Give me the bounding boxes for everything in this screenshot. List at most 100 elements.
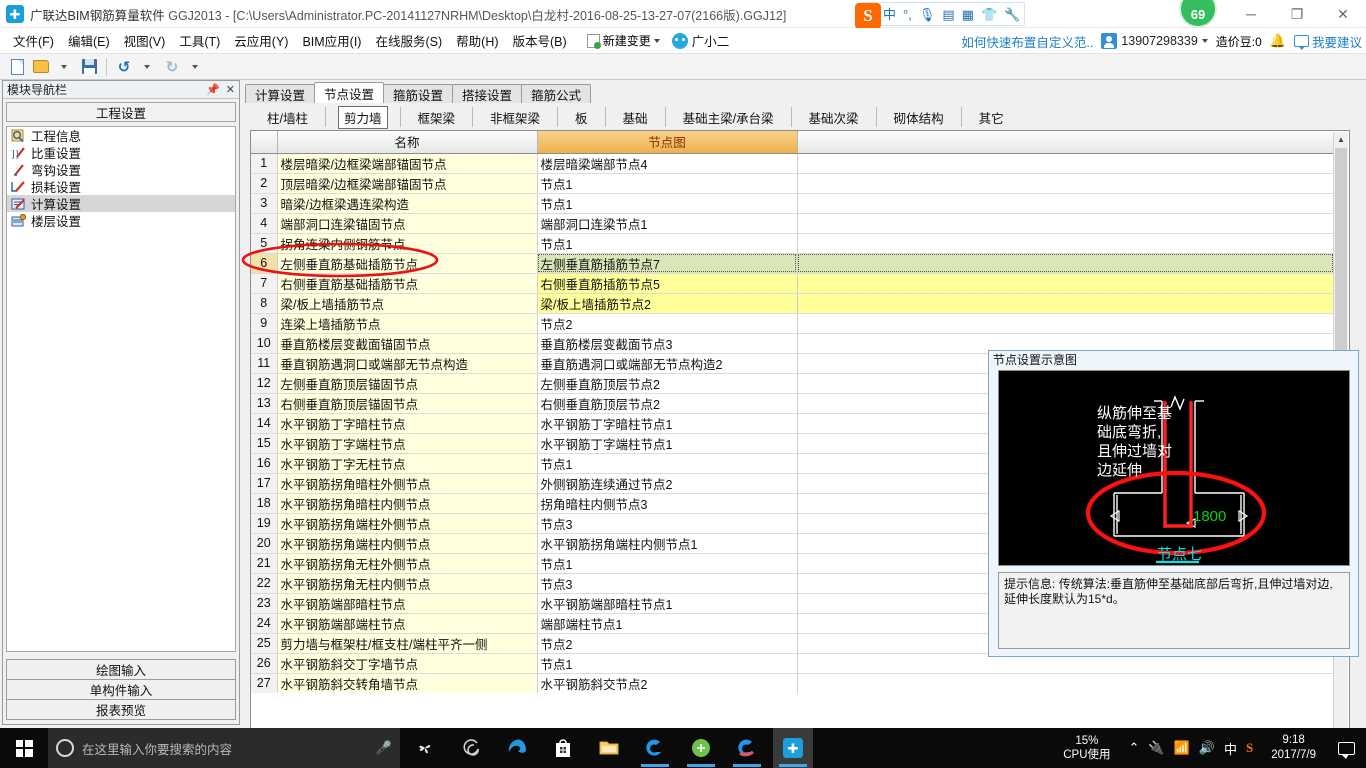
edge-browser-icon[interactable]: [497, 728, 537, 768]
menu-help[interactable]: 帮助(H): [449, 28, 505, 53]
sidebar-item-floor-settings[interactable]: 楼层设置: [7, 212, 235, 229]
tab-slab[interactable]: 板: [558, 107, 606, 127]
pin-icon[interactable]: 📌: [206, 83, 220, 96]
drawing-input-button[interactable]: 绘图输入: [6, 659, 236, 680]
row-name-cell[interactable]: 剪力墙与框架柱/框支柱/端柱平齐一侧: [277, 633, 538, 654]
row-node-diagram-cell[interactable]: 左侧垂直筋顶层节点2: [537, 373, 798, 394]
row-node-diagram-cell[interactable]: 梁/板上墙插筋节点2: [537, 293, 798, 314]
chevron-down-icon[interactable]: [653, 38, 660, 43]
fan-app-icon[interactable]: [405, 728, 445, 768]
table-row[interactable]: 3 暗梁/边框梁遇连梁构造 节点1: [251, 193, 1334, 214]
row-node-diagram-cell[interactable]: 左侧垂直筋插筋节点7: [537, 253, 798, 274]
row-index-cell[interactable]: 8: [251, 293, 278, 314]
ime-mode-icon[interactable]: 中: [883, 8, 896, 21]
scroll-up-icon[interactable]: ▲: [1334, 132, 1348, 147]
ime-skin-icon[interactable]: 👕: [981, 8, 997, 21]
menu-file[interactable]: 文件(F): [6, 28, 61, 53]
suggestion-button[interactable]: 我要建议: [1293, 32, 1362, 51]
promo-link[interactable]: 如何快速布置自定义范..: [961, 32, 1093, 51]
start-button[interactable]: [0, 728, 48, 768]
tab-other[interactable]: 其它: [962, 107, 1021, 127]
redo-button[interactable]: ↻: [161, 56, 183, 77]
row-name-cell[interactable]: 水平钢筋拐角端柱内侧节点: [277, 533, 538, 554]
minimize-button[interactable]: ─: [1228, 0, 1274, 28]
sidebar-item-hook-settings[interactable]: 弯钩设置: [7, 161, 235, 178]
single-component-input-button[interactable]: 单构件输入: [6, 679, 236, 700]
row-name-cell[interactable]: 顶层暗梁/边框梁端部锚固节点: [277, 173, 538, 194]
row-index-cell[interactable]: 1: [251, 153, 278, 174]
row-name-cell[interactable]: 水平钢筋拐角暗柱内侧节点: [277, 493, 538, 514]
row-index-cell[interactable]: 17: [251, 473, 278, 494]
user-nick-button[interactable]: 广小二: [665, 28, 737, 53]
row-index-cell[interactable]: 2: [251, 173, 278, 194]
ime-tools-icon[interactable]: 🔧: [1004, 8, 1020, 21]
redo-dropdown[interactable]: [185, 56, 207, 77]
row-index-cell[interactable]: 18: [251, 493, 278, 514]
row-node-diagram-cell[interactable]: 垂直筋楼层变截面节点3: [537, 333, 798, 354]
row-name-cell[interactable]: 水平钢筋丁字无柱节点: [277, 453, 538, 474]
row-index-cell[interactable]: 20: [251, 533, 278, 554]
tab-foundation-secondary-beam[interactable]: 基础次梁: [792, 107, 877, 127]
glodon-red-app-icon[interactable]: [727, 728, 767, 768]
tab-frame-beam[interactable]: 框架梁: [401, 107, 474, 127]
report-preview-button[interactable]: 报表预览: [6, 699, 236, 720]
row-node-diagram-cell[interactable]: 节点2: [537, 633, 798, 654]
row-index-cell[interactable]: 19: [251, 513, 278, 534]
search-box[interactable]: 在这里输入你要搜索的内容 🎤: [48, 728, 400, 768]
ime-voice-icon[interactable]: 🎙: [919, 8, 936, 21]
row-name-cell[interactable]: 端部洞口连梁锚固节点: [277, 213, 538, 234]
clock[interactable]: 9:18 2017/7/9: [1261, 733, 1326, 763]
file-explorer-icon[interactable]: [589, 728, 629, 768]
row-index-cell[interactable]: 15: [251, 433, 278, 454]
row-index-cell[interactable]: 4: [251, 213, 278, 234]
row-index-cell[interactable]: 9: [251, 313, 278, 334]
row-index-cell[interactable]: 27: [251, 673, 278, 693]
row-node-diagram-cell[interactable]: 水平钢筋端部暗柱节点1: [537, 593, 798, 614]
menu-edit[interactable]: 编辑(E): [61, 28, 117, 53]
row-node-diagram-cell[interactable]: 端部端柱节点1: [537, 613, 798, 634]
sogou-tray-icon[interactable]: S: [1246, 740, 1253, 756]
tab-node-settings[interactable]: 节点设置: [314, 82, 385, 103]
menu-bim[interactable]: BIM应用(I): [295, 28, 368, 53]
col-header-node-diagram[interactable]: 节点图: [537, 131, 798, 154]
row-node-diagram-cell[interactable]: 垂直筋遇洞口或端部无节点构造2: [537, 353, 798, 374]
row-node-diagram-cell[interactable]: 节点1: [537, 553, 798, 574]
row-node-diagram-cell[interactable]: 节点1: [537, 193, 798, 214]
table-row[interactable]: 8 梁/板上墙插筋节点 梁/板上墙插筋节点2: [251, 293, 1334, 314]
row-index-cell[interactable]: 24: [251, 613, 278, 634]
row-index-cell[interactable]: 22: [251, 573, 278, 594]
row-name-cell[interactable]: 右侧垂直筋顶层锚固节点: [277, 393, 538, 414]
menu-online-service[interactable]: 在线服务(S): [368, 28, 449, 53]
col-header-index[interactable]: [251, 131, 278, 154]
tab-non-frame-beam[interactable]: 非框架梁: [473, 107, 559, 127]
microphone-icon[interactable]: 🎤: [376, 740, 392, 756]
sidebar-item-weight-settings[interactable]: ]} 比重设置: [7, 144, 235, 161]
undo-dropdown[interactable]: [137, 56, 159, 77]
row-node-diagram-cell[interactable]: 水平钢筋拐角端柱内侧节点1: [537, 533, 798, 554]
account-chevron-down-icon[interactable]: [1201, 39, 1208, 43]
row-name-cell[interactable]: 连梁上墙插筋节点: [277, 313, 538, 334]
row-name-cell[interactable]: 水平钢筋拐角暗柱外侧节点: [277, 473, 538, 494]
row-index-cell[interactable]: 10: [251, 333, 278, 354]
maximize-button[interactable]: ❐: [1274, 0, 1320, 28]
row-index-cell[interactable]: 12: [251, 373, 278, 394]
tab-foundation-main-beam[interactable]: 基础主梁/承台梁: [666, 107, 792, 127]
row-name-cell[interactable]: 水平钢筋斜交转角墙节点: [277, 673, 538, 693]
close-button[interactable]: ✕: [1320, 0, 1366, 28]
row-name-cell[interactable]: 左侧垂直筋基础插筋节点: [277, 253, 538, 274]
ime-card-icon[interactable]: ▦: [962, 8, 974, 21]
row-node-diagram-cell[interactable]: 端部洞口连梁节点1: [537, 213, 798, 234]
tab-shear-wall[interactable]: 剪力墙: [326, 105, 401, 129]
ime-toolbar[interactable]: S 中 °, 🎙 ▤ ▦ 👕 🔧: [855, 2, 1026, 29]
row-index-cell[interactable]: 6: [251, 253, 278, 274]
row-index-cell[interactable]: 3: [251, 193, 278, 214]
row-name-cell[interactable]: 拐角连梁内侧钢筋节点: [277, 233, 538, 254]
row-node-diagram-cell[interactable]: 节点1: [537, 653, 798, 674]
row-index-cell[interactable]: 7: [251, 273, 278, 294]
row-node-diagram-cell[interactable]: 节点1: [537, 453, 798, 474]
bell-icon[interactable]: 🔔: [1270, 33, 1286, 49]
col-header-blank[interactable]: [797, 131, 1334, 154]
row-node-diagram-cell[interactable]: 节点3: [537, 573, 798, 594]
row-name-cell[interactable]: 水平钢筋丁字暗柱节点: [277, 413, 538, 434]
table-row[interactable]: 2 顶层暗梁/边框梁端部锚固节点 节点1: [251, 173, 1334, 194]
